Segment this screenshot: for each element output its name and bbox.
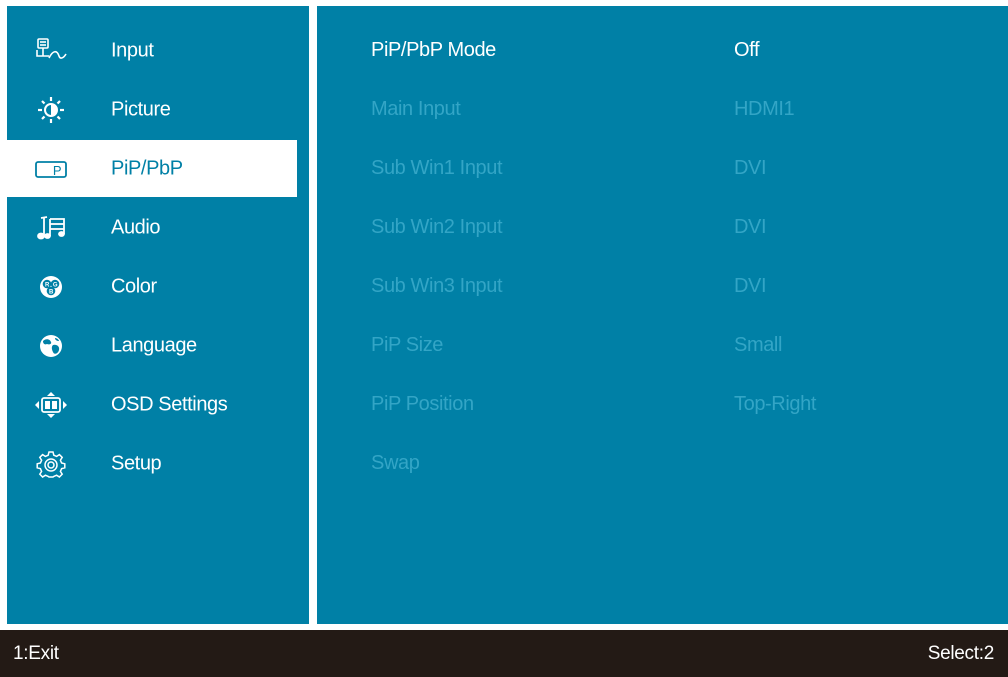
sidebar-item-audio[interactable]: Audio <box>7 199 297 256</box>
setting-value: Small <box>734 334 783 356</box>
setting-label: Sub Win1 Input <box>371 157 503 179</box>
setting-label: PiP Position <box>371 393 474 415</box>
brightness-icon <box>33 96 69 124</box>
pip-icon: P <box>33 155 69 183</box>
audio-icon <box>33 214 69 242</box>
setting-value: DVI <box>734 157 767 179</box>
select-hint[interactable]: Select:2 <box>928 643 995 665</box>
setting-label: PiP/PbP Mode <box>371 39 496 61</box>
sidebar-item-label: Setup <box>111 452 162 474</box>
setting-value: HDMI1 <box>734 98 795 120</box>
sidebar-item-pip-pbp[interactable]: P PiP/PbP <box>7 140 297 197</box>
sidebar-item-label: PiP/PbP <box>111 157 183 179</box>
sidebar-item-language[interactable]: Language <box>7 317 297 374</box>
setting-label: Main Input <box>371 98 461 120</box>
sidebar-item-color[interactable]: R G B Color <box>7 258 297 315</box>
setting-row-swap: Swap <box>317 452 1008 482</box>
setting-label: Swap <box>371 452 420 474</box>
sidebar-item-picture[interactable]: Picture <box>7 81 297 138</box>
osd-settings-icon <box>33 391 69 419</box>
setting-label: Sub Win3 Input <box>371 275 503 297</box>
globe-icon <box>33 332 69 360</box>
rgb-color-icon: R G B <box>33 273 69 301</box>
setting-row-pip-size: PiP Size Small <box>317 334 1008 364</box>
osd-sidebar: Input Picture P PiP/PbP Audio R G B Colo… <box>7 6 309 624</box>
gear-icon <box>33 450 69 478</box>
pip-settings-panel: PiP/PbP Mode Off Main Input HDMI1 Sub Wi… <box>317 6 1008 624</box>
sidebar-item-label: Audio <box>111 216 161 238</box>
sidebar-item-label: Picture <box>111 98 171 120</box>
svg-text:P: P <box>53 163 61 178</box>
setting-row-pip-position: PiP Position Top-Right <box>317 393 1008 423</box>
setting-row-sub-win2-input: Sub Win2 Input DVI <box>317 216 1008 246</box>
setting-row-sub-win3-input: Sub Win3 Input DVI <box>317 275 1008 305</box>
sidebar-item-label: Input <box>111 39 154 61</box>
sidebar-item-label: OSD Settings <box>111 393 228 415</box>
sidebar-item-osd-settings[interactable]: OSD Settings <box>7 376 297 433</box>
exit-hint[interactable]: 1:Exit <box>13 643 59 665</box>
setting-label: Sub Win2 Input <box>371 216 503 238</box>
setting-row-pip-pbp-mode[interactable]: PiP/PbP Mode Off <box>317 39 1008 69</box>
setting-value: Off <box>734 39 760 61</box>
setting-value: DVI <box>734 275 767 297</box>
input-icon <box>33 37 69 65</box>
setting-value: Top-Right <box>734 393 816 415</box>
sidebar-item-setup[interactable]: Setup <box>7 435 297 492</box>
sidebar-item-label: Language <box>111 334 197 356</box>
sidebar-item-input[interactable]: Input <box>7 22 297 79</box>
setting-value: DVI <box>734 216 767 238</box>
setting-row-main-input: Main Input HDMI1 <box>317 98 1008 128</box>
svg-text:G: G <box>53 282 58 288</box>
sidebar-item-label: Color <box>111 275 157 297</box>
setting-row-sub-win1-input: Sub Win1 Input DVI <box>317 157 1008 187</box>
setting-label: PiP Size <box>371 334 444 356</box>
osd-footer: 1:Exit Select:2 <box>0 630 1008 677</box>
